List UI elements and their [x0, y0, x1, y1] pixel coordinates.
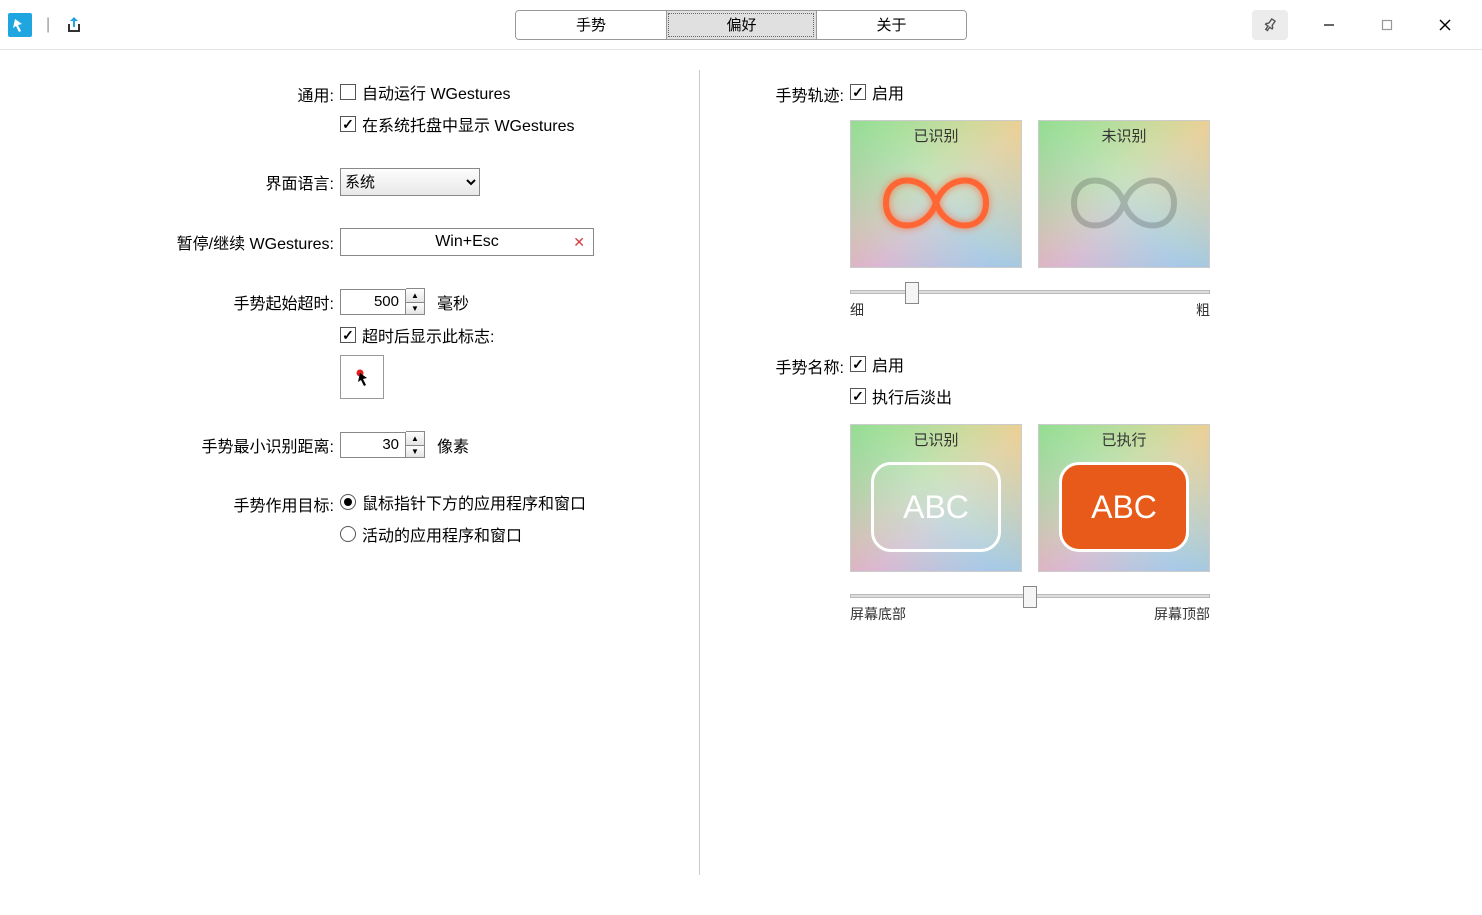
spinner-down-icon[interactable]: ▼	[406, 445, 424, 458]
maximize-button	[1358, 5, 1416, 45]
trail-enable-label[interactable]: 启用	[872, 80, 904, 104]
titlebar-divider: |	[42, 16, 54, 34]
spinner-down-icon[interactable]: ▼	[406, 302, 424, 315]
titlebar-left: |	[8, 13, 84, 37]
spinner-up-icon[interactable]: ▲	[406, 289, 424, 302]
target-active-label[interactable]: 活动的应用程序和窗口	[362, 522, 522, 546]
min-dist-input[interactable]	[340, 432, 406, 458]
window-controls	[1252, 5, 1474, 45]
trail-enable-checkbox[interactable]	[850, 84, 866, 100]
show-badge-label[interactable]: 超时后显示此标志:	[362, 323, 494, 347]
minimize-button[interactable]	[1300, 5, 1358, 45]
titlebar: | 手势 偏好 关于	[0, 0, 1482, 50]
trail-thickness-slider[interactable]: 细 粗	[850, 290, 1210, 320]
tab-gestures[interactable]: 手势	[516, 11, 666, 39]
app-icon	[8, 13, 32, 37]
slider-max-label: 粗	[1196, 300, 1210, 320]
timeout-unit: 毫秒	[437, 290, 469, 314]
hotkey-clear-icon[interactable]: ✕	[573, 234, 585, 251]
dist-unit: 像素	[437, 433, 469, 457]
name-preview-executed[interactable]: 已执行 ABC	[1038, 424, 1210, 572]
show-badge-checkbox[interactable]	[340, 327, 356, 343]
start-timeout-spinner[interactable]: ▲ ▼	[340, 288, 425, 315]
name-enable-label[interactable]: 启用	[872, 352, 904, 376]
timeout-badge-preview	[340, 355, 384, 399]
hotkey-label: 暂停/继续 WGestures:	[40, 228, 340, 254]
left-pane: 通用: 自动运行 WGestures 在系统托盘中显示 WGestures 界面…	[0, 70, 700, 875]
pin-button[interactable]	[1252, 10, 1288, 40]
right-pane: 手势轨迹: 启用 已识别 未识	[700, 70, 1482, 915]
autorun-checkbox[interactable]	[340, 84, 356, 100]
trail-preview-recognized[interactable]: 已识别	[850, 120, 1022, 268]
preview-title: 已识别	[851, 121, 1021, 150]
tab-preferences[interactable]: 偏好	[666, 11, 816, 39]
name-label: 手势名称:	[760, 352, 850, 378]
target-label: 手势作用目标:	[40, 490, 340, 516]
hotkey-input[interactable]: Win+Esc ✕	[340, 228, 594, 256]
slider-max-label: 屏幕顶部	[1154, 604, 1210, 624]
name-enable-checkbox[interactable]	[850, 356, 866, 372]
trail-preview-unrecognized[interactable]: 未识别	[1038, 120, 1210, 268]
start-timeout-input[interactable]	[340, 289, 406, 315]
abc-pill-solid: ABC	[1059, 462, 1189, 552]
slider-thumb[interactable]	[905, 282, 919, 304]
preview-title: 未识别	[1039, 121, 1209, 150]
trail-label: 手势轨迹:	[760, 80, 850, 106]
name-preview-recognized[interactable]: 已识别 ABC	[850, 424, 1022, 572]
target-pointer-radio[interactable]	[340, 494, 356, 510]
min-dist-spinner[interactable]: ▲ ▼	[340, 431, 425, 458]
hotkey-value: Win+Esc	[435, 233, 499, 251]
min-dist-label: 手势最小识别距离:	[40, 431, 340, 457]
slider-min-label: 屏幕底部	[850, 604, 906, 624]
name-fade-checkbox[interactable]	[850, 388, 866, 404]
slider-min-label: 细	[850, 300, 864, 320]
language-select[interactable]: 系统	[340, 168, 480, 196]
tab-about[interactable]: 关于	[816, 11, 966, 39]
tray-label[interactable]: 在系统托盘中显示 WGestures	[362, 112, 574, 136]
preview-title: 已识别	[851, 425, 1021, 454]
target-pointer-label[interactable]: 鼠标指针下方的应用程序和窗口	[362, 490, 586, 514]
autorun-label[interactable]: 自动运行 WGestures	[362, 80, 510, 104]
target-active-radio[interactable]	[340, 526, 356, 542]
general-label: 通用:	[40, 80, 340, 106]
spinner-up-icon[interactable]: ▲	[406, 432, 424, 445]
language-label: 界面语言:	[40, 168, 340, 194]
abc-pill-ghost: ABC	[871, 462, 1001, 552]
share-icon[interactable]	[64, 15, 84, 35]
slider-thumb[interactable]	[1023, 586, 1037, 608]
tray-checkbox[interactable]	[340, 116, 356, 132]
start-timeout-label: 手势起始超时:	[40, 288, 340, 314]
name-fade-label[interactable]: 执行后淡出	[872, 384, 952, 408]
tab-group: 手势 偏好 关于	[515, 10, 967, 40]
preview-title: 已执行	[1039, 425, 1209, 454]
name-position-slider[interactable]: 屏幕底部 屏幕顶部	[850, 594, 1210, 624]
content: 通用: 自动运行 WGestures 在系统托盘中显示 WGestures 界面…	[0, 50, 1482, 915]
close-button[interactable]	[1416, 5, 1474, 45]
